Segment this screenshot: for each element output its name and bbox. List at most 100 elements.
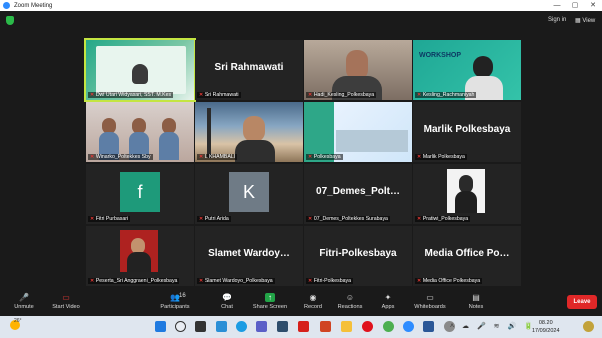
maximize-button[interactable]: ▢ [566, 0, 584, 11]
participant-tile[interactable]: ✕ Peserta_Sri Anggraeni_Polkesbaya [86, 226, 194, 286]
participant-name-text: Slamet Wardoyo_Polkesbaya [204, 278, 273, 284]
window-title: Zoom Meeting [14, 2, 53, 9]
start-video-button[interactable]: ▭ Start Video [42, 293, 90, 310]
zoom-icon[interactable] [403, 321, 414, 332]
participant-tile[interactable]: ✕ Hadi_Kesling_Polkesbaya [304, 40, 412, 100]
participant-tile[interactable]: ✕ Dwi Utari Widyasari, SST. M.Kes [84, 38, 196, 102]
participant-tile[interactable]: ✕ Polkesbaya [304, 102, 412, 162]
participant-name-text: Sri Rahmawati [204, 92, 239, 98]
participant-tile[interactable]: ✕ Pratiwi_Polkesbaya [413, 164, 521, 224]
participant-tile[interactable]: ✕ Winarko_Poltekkes Sby [86, 102, 194, 162]
leave-button[interactable]: Leave [567, 295, 597, 309]
reactions-label: Reactions [337, 304, 363, 310]
participant-avatar: f [120, 172, 160, 212]
participants-label: Participants [160, 304, 190, 310]
participant-photo [120, 230, 158, 272]
participant-name: ✕ Marlik Polkesbaya [415, 154, 467, 160]
participant-name: ✕ 07_Demes_Poltekkes Surabaya [306, 216, 390, 222]
apps-button[interactable]: ✦ Apps [364, 293, 412, 310]
chrome-icon[interactable] [383, 321, 394, 332]
unmute-button[interactable]: 🎤 Unmute [0, 293, 48, 310]
powerpoint-icon[interactable] [320, 321, 331, 332]
participant-name-text: Kesling_Rachmaniyah [422, 92, 475, 98]
window-controls: — ▢ ✕ [548, 0, 602, 11]
participant-name-text: Fitri Purbasari [95, 216, 129, 222]
participant-name-text: Winarko_Poltekkes Sby [95, 154, 151, 160]
participant-video: WORKSHOP [413, 40, 521, 100]
clock-date: 17/09/2024 [532, 328, 560, 334]
minimize-button[interactable]: — [548, 0, 566, 11]
participant-video [86, 40, 194, 100]
notes-label: Notes [468, 304, 484, 310]
word-icon[interactable] [423, 321, 434, 332]
security-shield-icon[interactable] [6, 16, 14, 25]
signin-link[interactable]: Sign in [548, 17, 566, 23]
participant-name-text: Fitri-Polkesbaya [313, 278, 352, 284]
notification-icon[interactable] [583, 321, 594, 332]
participant-name: ✕ Fitri Purbasari [88, 216, 131, 222]
participant-display-name: 07_Demes_Polt… [316, 186, 400, 197]
record-icon: ◉ [309, 293, 317, 302]
chat-button[interactable]: 💬 Chat [203, 293, 251, 310]
participant-name: ✕ Slamet Wardoyo_Polkesbaya [197, 278, 275, 284]
search-icon[interactable] [175, 321, 186, 332]
participant-video [304, 102, 412, 162]
zoom-logo-icon [3, 2, 10, 9]
participant-tile[interactable]: f ✕ Fitri Purbasari [86, 164, 194, 224]
reactions-icon: ☺ [345, 293, 355, 302]
close-button[interactable]: ✕ [584, 0, 602, 11]
whiteboard-icon: ▭ [426, 293, 434, 302]
participant-tile[interactable]: Sri Rahmawati ✕ Sri Rahmawati [195, 40, 303, 100]
widgets-icon[interactable] [216, 321, 227, 332]
participant-tile[interactable]: WORKSHOP ✕ Kesling_Rachmaniyah [413, 40, 521, 100]
start-video-label: Start Video [52, 304, 80, 310]
participant-name: ✕ Sri Rahmawati [197, 92, 241, 98]
participants-button[interactable]: 👥 16 Participants [151, 293, 199, 310]
apps-icon: ✦ [384, 293, 392, 302]
meeting-toolbar: 🎤 Unmute ▭ Start Video 👥 16 Participants… [0, 289, 602, 316]
apps-label: Apps [381, 304, 395, 310]
opera-icon[interactable] [362, 321, 373, 332]
participant-tile[interactable]: ✕ L KHAMBALI [195, 102, 303, 162]
participant-tile[interactable]: Media Office Po… ✕ Media Office Polkesba… [413, 226, 521, 286]
chat-icon: 💬 [222, 293, 232, 302]
notes-icon: ▤ [472, 293, 480, 302]
participant-name: ✕ Hadi_Kesling_Polkesbaya [306, 92, 377, 98]
participant-name-text: L KHAMBALI [204, 154, 236, 160]
teams-icon[interactable] [256, 321, 267, 332]
system-clock[interactable]: 08.20 17/09/2024 [532, 319, 560, 335]
participant-name-text: Pratiwi_Polkesbaya [422, 216, 469, 222]
notes-button[interactable]: ▤ Notes [452, 293, 500, 310]
window-titlebar: Zoom Meeting — ▢ ✕ [0, 0, 602, 11]
files-icon[interactable] [341, 321, 352, 332]
participant-tile[interactable]: 07_Demes_Polt… ✕ 07_Demes_Poltekkes Sura… [304, 164, 412, 224]
participant-name: ✕ Fitri-Polkesbaya [306, 278, 354, 284]
participant-display-name: Fitri-Polkesbaya [319, 248, 397, 259]
participant-name-text: 07_Demes_Poltekkes Surabaya [313, 216, 388, 222]
camera-icon[interactable] [277, 321, 288, 332]
gallery-view: ✕ Dwi Utari Widyasari, SST. M.Kes Sri Ra… [0, 31, 602, 289]
participant-name-text: Putri Arida [204, 216, 229, 222]
whiteboards-button[interactable]: ▭ Whiteboards [406, 293, 454, 310]
participant-name-text: Dwi Utari Widyasari, SST. M.Kes [95, 92, 172, 98]
windows-icon[interactable] [155, 321, 166, 332]
meeting-topbar: Sign in ▦ View [0, 11, 602, 31]
participant-tile[interactable]: K ✕ Putri Arida [195, 164, 303, 224]
share-screen-button[interactable]: ↑ Share Screen [246, 293, 294, 310]
view-button[interactable]: ▦ View [575, 17, 595, 24]
taskview-icon[interactable] [195, 321, 206, 332]
system-tray[interactable]: ˄ ☁ 🎤 ≋ 🔊 🔋 [450, 322, 536, 330]
record-label: Record [303, 304, 323, 310]
participant-name: ✕ Peserta_Sri Anggraeni_Polkesbaya [88, 278, 180, 284]
participant-tile[interactable]: Slamet Wardoy… ✕ Slamet Wardoyo_Polkesba… [195, 226, 303, 286]
acrobat-icon[interactable] [298, 321, 309, 332]
participant-display-name: Slamet Wardoy… [208, 248, 290, 259]
participant-tile[interactable]: Marlik Polkesbaya ✕ Marlik Polkesbaya [413, 102, 521, 162]
participant-video [195, 102, 303, 162]
microphone-muted-icon: 🎤 [19, 293, 29, 302]
participant-name-text: Polkesbaya [313, 154, 341, 160]
participant-name: ✕ Polkesbaya [306, 154, 343, 160]
participant-video [86, 102, 194, 162]
participant-tile[interactable]: Fitri-Polkesbaya ✕ Fitri-Polkesbaya [304, 226, 412, 286]
edge-icon[interactable] [236, 321, 247, 332]
